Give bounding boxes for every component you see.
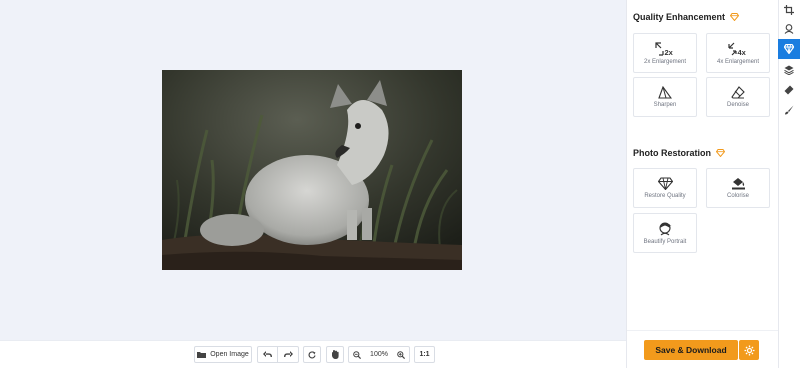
save-download-label: Save & Download [655, 345, 727, 355]
enlarge-4x-icon: 4x [728, 42, 747, 56]
enlarge-2x-label: 2x Enlargement [643, 58, 687, 65]
eraser-icon [784, 85, 794, 95]
undo-button[interactable] [258, 347, 279, 362]
layers-icon [784, 65, 794, 75]
denoise-label: Denoise [726, 102, 749, 108]
zoom-out-button[interactable] [349, 347, 364, 362]
svg-text:2x: 2x [665, 48, 674, 56]
enlarge-4x-label: 4x Enlargement [716, 58, 760, 65]
hand-icon [332, 350, 339, 359]
colorise-label: Colorise [726, 193, 749, 199]
rail-brush[interactable] [778, 100, 800, 120]
gem-icon [657, 177, 673, 190]
enlarge-2x-icon: 2x [655, 41, 674, 56]
photo-restoration-title: Photo Restoration [633, 148, 725, 158]
rail-enhance[interactable] [778, 39, 800, 59]
restore-quality-card[interactable]: Restore Quality [633, 168, 697, 208]
denoise-card[interactable]: Denoise [706, 77, 770, 117]
zoom-level: 100% [370, 351, 388, 358]
rail-retouch[interactable] [778, 19, 800, 39]
sharpen-card[interactable]: Sharpen [633, 77, 697, 117]
quality-enhancement-label: Quality Enhancement [633, 12, 726, 22]
quality-enhancement-title: Quality Enhancement [633, 12, 740, 22]
redo-icon [283, 351, 293, 357]
paint-bucket-icon [731, 178, 745, 190]
redo-button[interactable] [278, 347, 298, 362]
folder-icon [197, 352, 207, 358]
enlarge-4x-card[interactable]: 4x 4x Enlargement [706, 33, 770, 73]
pan-hand-button[interactable] [326, 346, 344, 363]
refresh-icon [308, 350, 316, 359]
zoom-group: 100% [348, 346, 410, 363]
beautify-portrait-label: Beautify Portrait [643, 238, 687, 245]
photo-preview[interactable] [162, 70, 462, 270]
enlarge-2x-card[interactable]: 2x 2x Enlargement [633, 33, 697, 73]
sharpen-label: Sharpen [653, 102, 677, 108]
open-image-label: Open Image [210, 351, 249, 358]
rail-crop[interactable] [778, 0, 800, 20]
beautify-portrait-card[interactable]: Beautify Portrait [633, 213, 697, 253]
svg-text:4x: 4x [738, 48, 747, 56]
brush-icon [785, 105, 794, 115]
zoom-in-icon [397, 350, 406, 359]
export-settings-button[interactable] [739, 340, 759, 360]
reset-button[interactable] [303, 346, 321, 363]
actual-size-button[interactable]: 1:1 [414, 346, 435, 363]
photo-restoration-label: Photo Restoration [633, 148, 711, 158]
gear-icon [744, 345, 754, 355]
portrait-icon [659, 221, 672, 235]
colorise-card[interactable]: Colorise [706, 168, 770, 208]
arctic-fox-photo [162, 70, 462, 270]
save-download-button[interactable]: Save & Download [644, 340, 738, 360]
diamond-icon [716, 149, 725, 157]
rail-eraser[interactable] [778, 80, 800, 100]
zoom-in-button[interactable] [394, 347, 409, 362]
diamond-icon [730, 13, 740, 21]
actual-size-label: 1:1 [419, 351, 430, 358]
restore-quality-label: Restore Quality [644, 193, 686, 199]
rail-layers[interactable] [778, 60, 800, 80]
denoise-eraser-icon [731, 86, 745, 99]
retouch-icon [784, 24, 794, 34]
history-group [257, 346, 299, 363]
sharpen-icon [658, 86, 672, 99]
zoom-out-icon [352, 350, 361, 359]
undo-icon [263, 351, 273, 357]
enhance-icon [784, 44, 794, 54]
open-image-button[interactable]: Open Image [194, 346, 252, 363]
crop-icon [784, 5, 794, 15]
